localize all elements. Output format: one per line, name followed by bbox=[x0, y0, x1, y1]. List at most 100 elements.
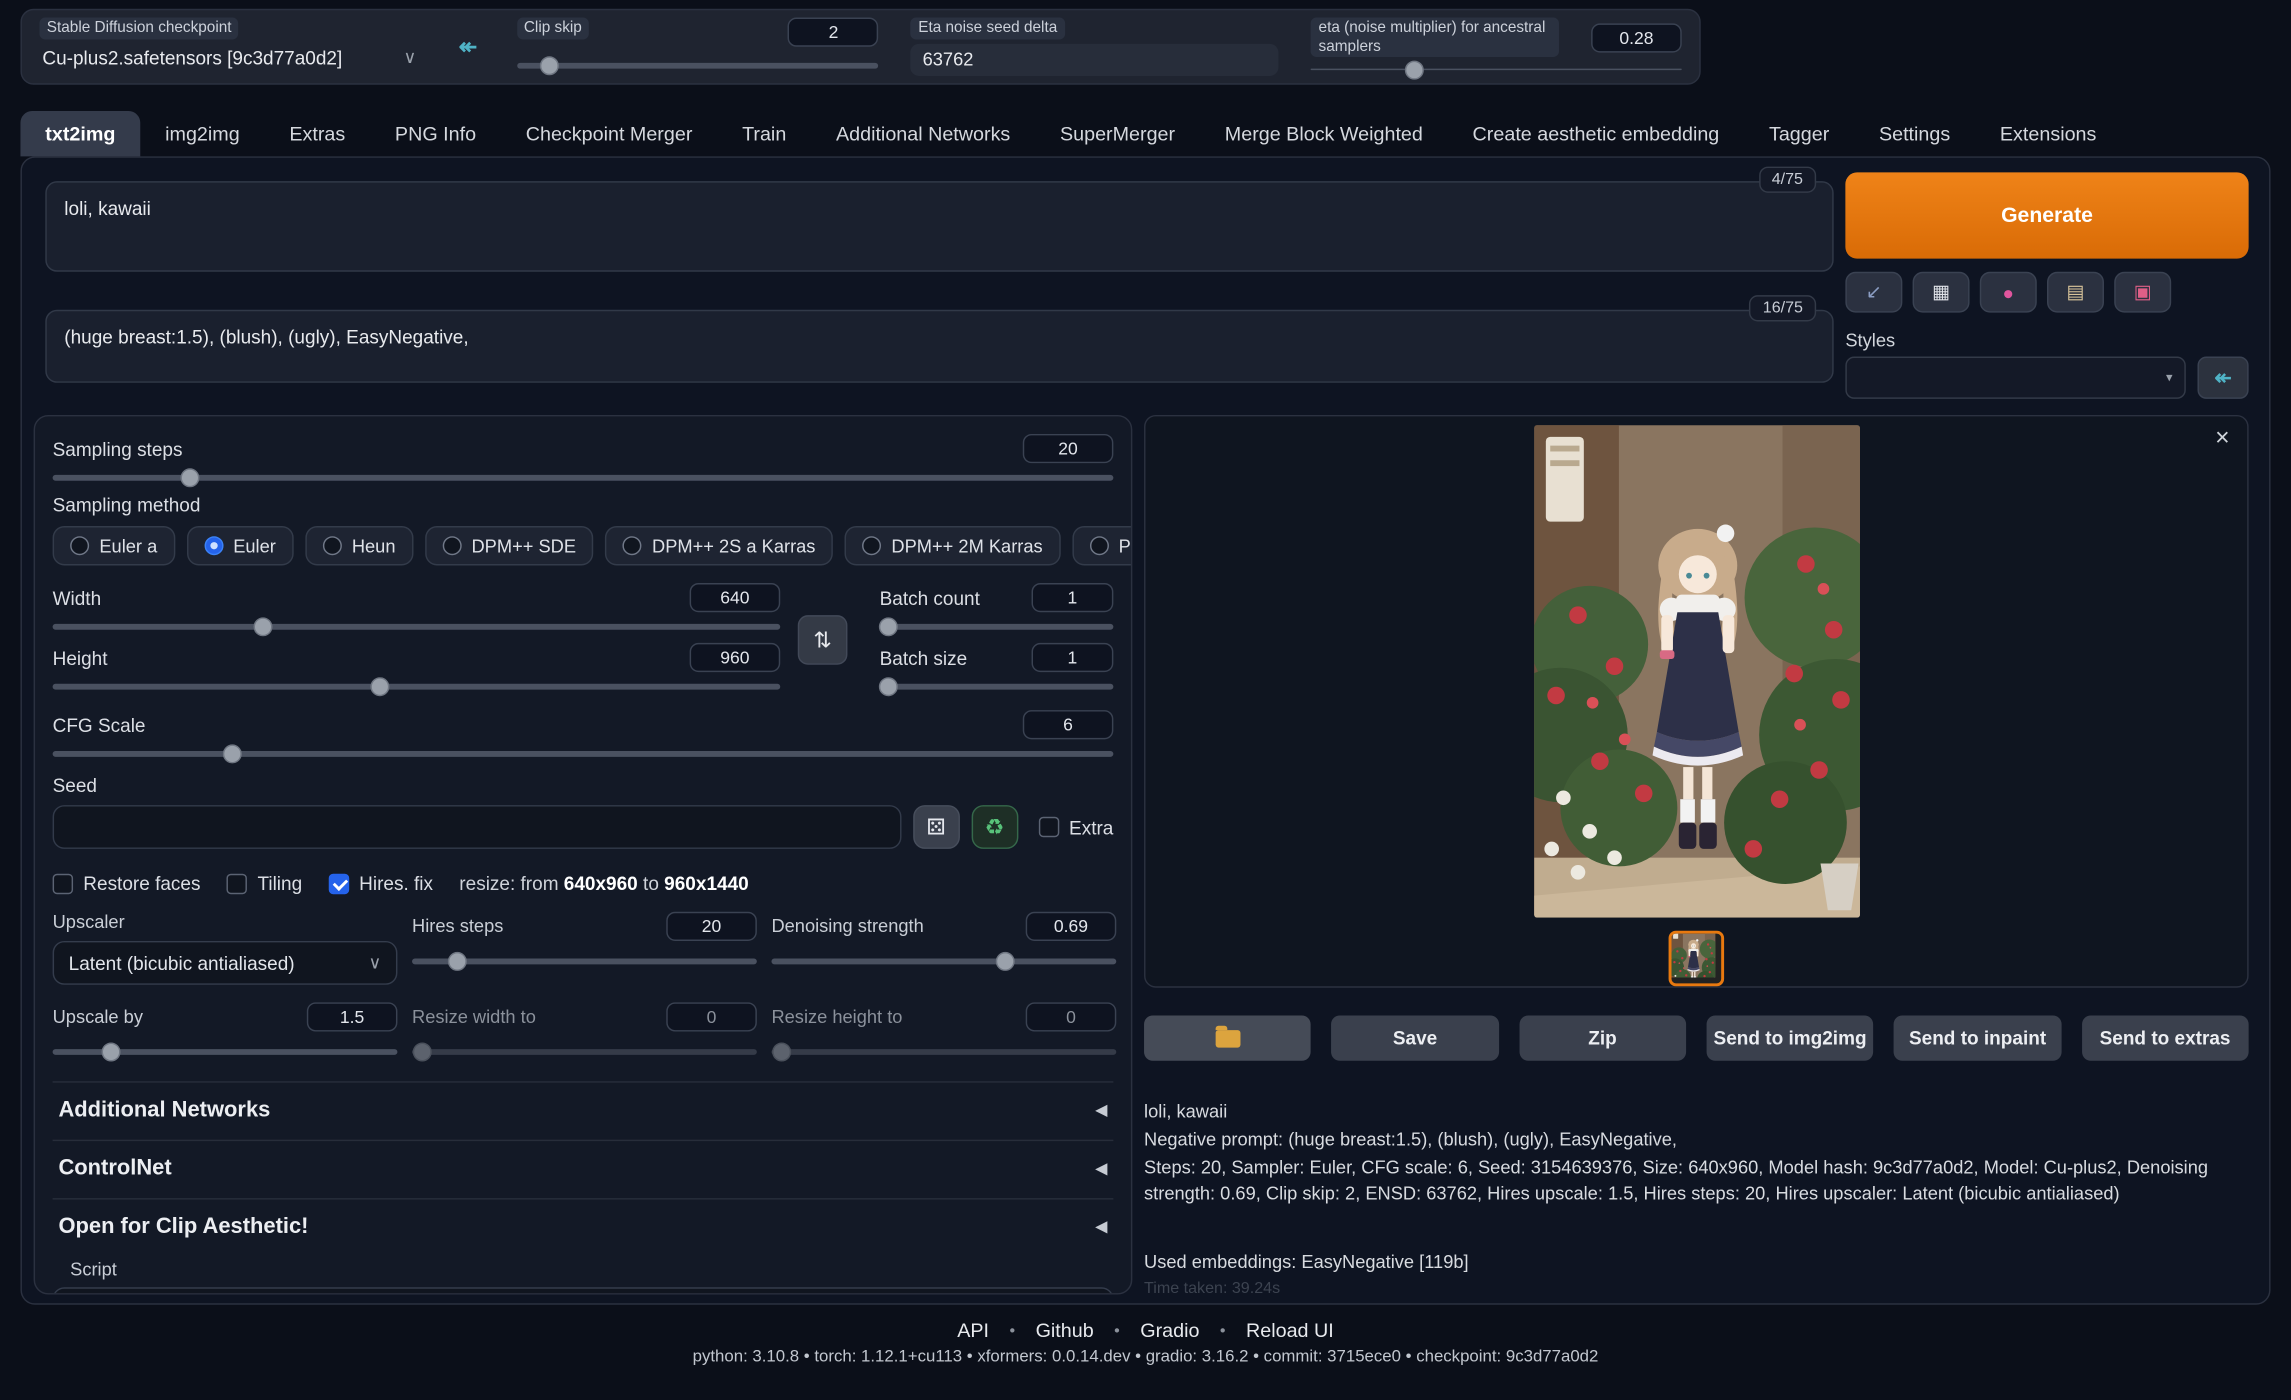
denoising-input[interactable] bbox=[1026, 912, 1117, 941]
width-input[interactable] bbox=[690, 583, 781, 612]
swap-dimensions-button[interactable]: ⇅ bbox=[798, 615, 848, 665]
tab-settings[interactable]: Settings bbox=[1854, 111, 1975, 156]
extra-networks-button[interactable]: ● bbox=[1980, 272, 2037, 313]
tab-extensions[interactable]: Extensions bbox=[1975, 111, 2121, 156]
slider-handle[interactable] bbox=[254, 617, 273, 636]
ensd-input[interactable] bbox=[911, 43, 1279, 75]
sampler-euler[interactable]: Euler bbox=[186, 526, 293, 565]
tab-extras[interactable]: Extras bbox=[265, 111, 371, 156]
tab-txt2img[interactable]: txt2img bbox=[20, 111, 140, 156]
github-link[interactable]: Github bbox=[1036, 1319, 1094, 1341]
height-input[interactable] bbox=[690, 643, 781, 672]
open-folder-button[interactable] bbox=[1144, 1015, 1311, 1060]
tab-merge-block-weighted[interactable]: Merge Block Weighted bbox=[1200, 111, 1448, 156]
accordion-controlnet[interactable]: ControlNet ◀ bbox=[53, 1140, 1114, 1196]
sampling-steps-input[interactable] bbox=[1023, 434, 1114, 463]
cfg-scale-slider[interactable] bbox=[53, 751, 1114, 757]
upscaler-dropdown[interactable]: Latent (bicubic antialiased) ∨ bbox=[53, 941, 398, 985]
batch-count-input[interactable] bbox=[1032, 583, 1114, 612]
sampler-dpmpp-2s-a-karras[interactable]: DPM++ 2S a Karras bbox=[605, 526, 833, 565]
batch-size-input[interactable] bbox=[1032, 643, 1114, 672]
sampling-steps-slider[interactable] bbox=[53, 475, 1114, 481]
slider-handle[interactable] bbox=[181, 468, 200, 487]
denoising-slider[interactable] bbox=[771, 958, 1116, 964]
batch-size-slider[interactable] bbox=[880, 684, 1114, 690]
sampler-euler-a[interactable]: Euler a bbox=[53, 526, 175, 565]
paste-params-button[interactable]: ↙ bbox=[1845, 272, 1902, 313]
save-style-button[interactable]: ▣ bbox=[2114, 272, 2171, 313]
send-to-extras-button[interactable]: Send to extras bbox=[2082, 1015, 2249, 1060]
batch-count-slider[interactable] bbox=[880, 624, 1114, 630]
random-seed-button[interactable]: ⚄ bbox=[913, 805, 960, 849]
checkpoint-dropdown[interactable]: Cu-plus2.safetensors [9c3d77a0d2] ∨ bbox=[39, 43, 419, 71]
hires-steps-slider[interactable] bbox=[412, 958, 757, 964]
restore-faces-checkbox[interactable]: Restore faces bbox=[53, 872, 201, 894]
tab-checkpoint-merger[interactable]: Checkpoint Merger bbox=[501, 111, 717, 156]
send-to-inpaint-button[interactable]: Send to inpaint bbox=[1894, 1015, 2061, 1060]
eta-ancestral-slider[interactable] bbox=[1311, 69, 1681, 70]
send-to-img2img-button[interactable]: Send to img2img bbox=[1707, 1015, 1874, 1060]
tab-train[interactable]: Train bbox=[717, 111, 811, 156]
hires-steps-block: Hires steps bbox=[412, 912, 757, 985]
height-slider[interactable] bbox=[53, 684, 781, 690]
clip-skip-value-input[interactable] bbox=[788, 18, 879, 47]
generate-button[interactable]: Generate bbox=[1845, 172, 2248, 258]
width-slider[interactable] bbox=[53, 624, 781, 630]
api-link[interactable]: API bbox=[957, 1319, 989, 1341]
apply-styles-button[interactable]: ↞ bbox=[2197, 357, 2248, 399]
eta-ancestral-value-input[interactable] bbox=[1591, 23, 1682, 52]
quick-apply-button[interactable]: ↞ bbox=[451, 29, 484, 64]
tab-create-aesthetic-embedding[interactable]: Create aesthetic embedding bbox=[1448, 111, 1744, 156]
extra-seed-checkbox[interactable]: Extra bbox=[1038, 816, 1113, 838]
tiling-checkbox[interactable]: Tiling bbox=[227, 872, 302, 894]
resize-height-input[interactable] bbox=[1026, 1002, 1117, 1031]
gallery-thumbnail[interactable] bbox=[1669, 931, 1725, 987]
slider-handle[interactable] bbox=[371, 677, 390, 696]
slider-handle[interactable] bbox=[540, 56, 559, 75]
slider-handle[interactable] bbox=[102, 1042, 121, 1061]
prompt-input[interactable] bbox=[45, 181, 1833, 272]
clear-prompt-button[interactable]: ▦ bbox=[1913, 272, 1970, 313]
sampler-dpmpp-sde[interactable]: DPM++ SDE bbox=[425, 526, 594, 565]
hires-fix-checkbox[interactable]: Hires. fix bbox=[328, 872, 433, 894]
accordion-clip-aesthetic[interactable]: Open for Clip Aesthetic! ◀ bbox=[53, 1198, 1114, 1254]
slider-handle[interactable] bbox=[772, 1042, 791, 1061]
slider-handle[interactable] bbox=[996, 952, 1015, 971]
tab-png-info[interactable]: PNG Info bbox=[370, 111, 501, 156]
upscale-by-input[interactable] bbox=[307, 1002, 398, 1031]
tab-img2img[interactable]: img2img bbox=[140, 111, 264, 156]
sampler-plms[interactable]: PLMS bbox=[1072, 526, 1132, 565]
styles-dropdown[interactable]: ▾ bbox=[1845, 357, 2185, 399]
resize-width-input[interactable] bbox=[666, 1002, 757, 1031]
reuse-seed-button[interactable]: ♻ bbox=[971, 805, 1018, 849]
tab-tagger[interactable]: Tagger bbox=[1744, 111, 1854, 156]
resize-height-slider[interactable] bbox=[771, 1049, 1116, 1055]
sampler-heun[interactable]: Heun bbox=[305, 526, 413, 565]
tab-supermerger[interactable]: SuperMerger bbox=[1035, 111, 1200, 156]
apply-style-to-prompt-button[interactable]: ▤ bbox=[2047, 272, 2104, 313]
clip-skip-slider[interactable] bbox=[517, 63, 879, 69]
seed-input[interactable] bbox=[53, 805, 901, 849]
hires-steps-input[interactable] bbox=[666, 912, 757, 941]
slider-handle[interactable] bbox=[879, 677, 898, 696]
resize-width-slider[interactable] bbox=[412, 1049, 757, 1055]
sampler-dpmpp-2m-karras[interactable]: DPM++ 2M Karras bbox=[845, 526, 1061, 565]
tab-additional-networks[interactable]: Additional Networks bbox=[811, 111, 1035, 156]
cfg-scale-input[interactable] bbox=[1023, 710, 1114, 739]
dropdown-arrow-icon: ▾ bbox=[2166, 370, 2173, 386]
slider-handle[interactable] bbox=[1405, 60, 1424, 79]
script-dropdown[interactable]: None ∨ bbox=[53, 1287, 1114, 1294]
slider-handle[interactable] bbox=[879, 617, 898, 636]
slider-handle[interactable] bbox=[447, 952, 466, 971]
upscale-by-slider[interactable] bbox=[53, 1049, 398, 1055]
negative-prompt-input[interactable] bbox=[45, 310, 1833, 383]
zip-button[interactable]: Zip bbox=[1519, 1015, 1686, 1060]
slider-handle[interactable] bbox=[223, 744, 242, 763]
reload-ui-link[interactable]: Reload UI bbox=[1246, 1319, 1334, 1341]
accordion-additional-networks[interactable]: Additional Networks ◀ bbox=[53, 1081, 1114, 1137]
close-icon[interactable]: × bbox=[2215, 425, 2230, 450]
gradio-link[interactable]: Gradio bbox=[1140, 1319, 1199, 1341]
save-button[interactable]: Save bbox=[1332, 1015, 1499, 1060]
generated-image[interactable] bbox=[1533, 425, 1859, 917]
slider-handle[interactable] bbox=[413, 1042, 432, 1061]
